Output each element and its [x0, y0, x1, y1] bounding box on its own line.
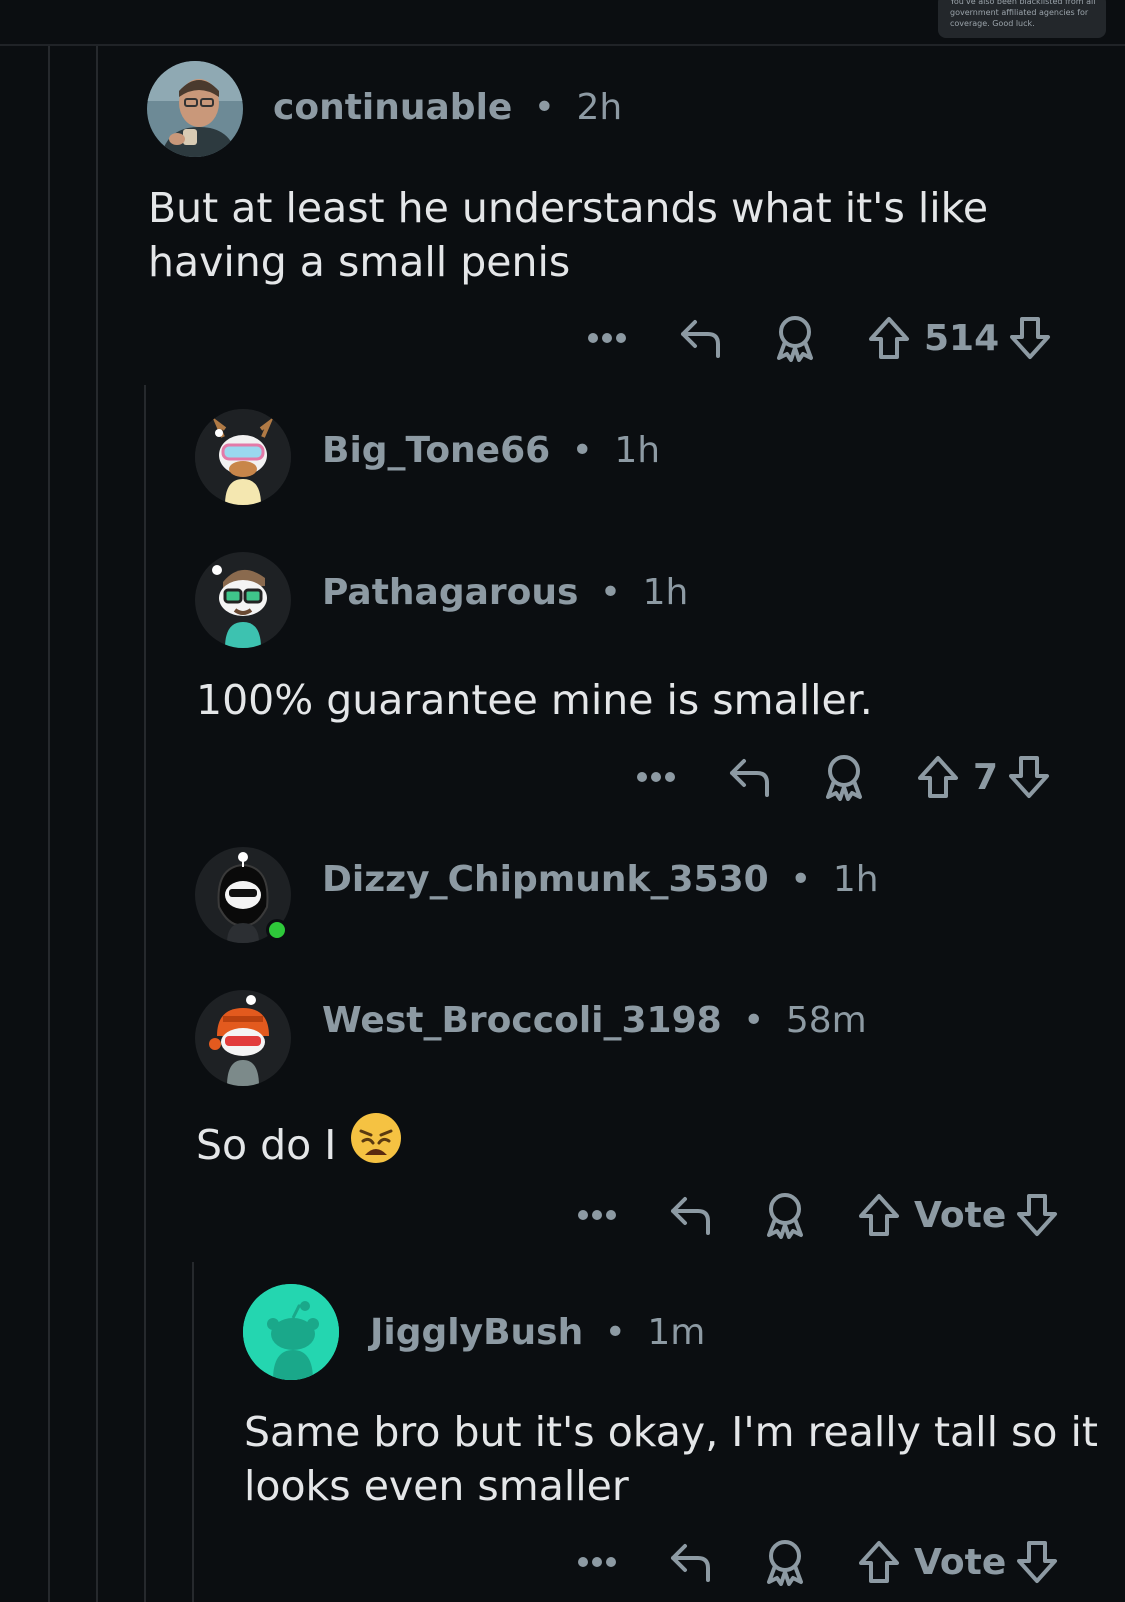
username[interactable]: West_Broccoli_3198: [322, 1000, 722, 1041]
comment-meta: West_Broccoli_3198 • 58m: [322, 1000, 867, 1041]
avatar[interactable]: [195, 552, 291, 648]
comment-body: So do I: [196, 1111, 403, 1178]
downvote-button[interactable]: [1005, 315, 1055, 361]
meta-separator: •: [790, 859, 812, 900]
username[interactable]: Big_Tone66: [322, 430, 550, 471]
more-button[interactable]: [572, 1556, 622, 1568]
avatar[interactable]: [147, 61, 243, 157]
more-icon: [578, 1210, 616, 1220]
more-button[interactable]: [572, 1209, 622, 1221]
comment-meta: Dizzy_Chipmunk_3530 • 1h: [322, 859, 879, 900]
upvote-button[interactable]: [913, 754, 963, 800]
comment-body: 100% guarantee mine is smaller.: [196, 676, 873, 724]
award-button[interactable]: [760, 1191, 810, 1239]
thread-line[interactable]: [144, 385, 146, 1602]
reply-icon: [681, 320, 720, 358]
comment-body: But at least he understands what it's li…: [148, 181, 988, 289]
score: Vote: [914, 1541, 1007, 1583]
avatar[interactable]: [243, 1284, 339, 1380]
comment-body-line: having a small penis: [148, 238, 571, 286]
reply-icon: [671, 1197, 710, 1235]
timestamp: 1h: [614, 430, 661, 471]
downvote-icon: [1009, 756, 1050, 798]
reply-button[interactable]: [666, 1540, 716, 1584]
comment-body-line: Same bro but it's okay, I'm really tall …: [244, 1408, 1098, 1456]
meta-separator: •: [604, 1312, 626, 1353]
comment-actions: 514: [582, 313, 1055, 363]
score: Vote: [914, 1194, 1007, 1236]
comment-actions: Vote: [572, 1537, 1062, 1587]
username[interactable]: Pathagarous: [322, 572, 578, 613]
online-status-indicator: [266, 919, 288, 941]
timestamp: 1m: [647, 1312, 706, 1353]
timestamp: 58m: [785, 1000, 867, 1041]
award-icon: [767, 1193, 803, 1239]
comment-meta: continuable • 2h: [273, 87, 622, 128]
reply-button[interactable]: [725, 755, 775, 799]
award-icon: [767, 1540, 803, 1586]
username[interactable]: Dizzy_Chipmunk_3530: [322, 859, 769, 900]
avatar[interactable]: [195, 409, 291, 505]
avatar[interactable]: [195, 990, 291, 1086]
comment-body-line: But at least he understands what it's li…: [148, 184, 989, 232]
upvote-icon: [859, 1541, 899, 1583]
meta-separator: •: [743, 1000, 765, 1041]
username[interactable]: continuable: [273, 87, 512, 128]
comment-meta: Pathagarous • 1h: [322, 572, 688, 613]
upvote-icon: [918, 756, 958, 798]
timestamp: 2h: [576, 87, 623, 128]
downvote-button[interactable]: [1012, 1539, 1062, 1585]
score: 7: [973, 756, 999, 798]
username[interactable]: JigglyBush: [370, 1312, 583, 1353]
downvote-icon: [1017, 1541, 1058, 1583]
more-button[interactable]: [582, 332, 632, 344]
reply-icon: [730, 759, 769, 797]
upvote-button[interactable]: [864, 315, 914, 361]
thread-line[interactable]: [96, 46, 98, 1602]
reply-button[interactable]: [676, 316, 726, 360]
reply-button[interactable]: [666, 1193, 716, 1237]
upvote-button[interactable]: [854, 1539, 904, 1585]
upvote-icon: [869, 317, 909, 359]
comment-body-line: looks even smaller: [244, 1462, 629, 1510]
weary-face-emoji: [349, 1111, 403, 1178]
comment-body-text: So do I: [196, 1121, 337, 1169]
more-icon: [578, 1557, 616, 1567]
comment-body: Same bro but it's okay, I'm really tall …: [244, 1405, 1098, 1513]
comment-meta: Big_Tone66 • 1h: [322, 430, 660, 471]
upvote-icon: [859, 1194, 899, 1236]
downvote-button[interactable]: [1012, 1192, 1062, 1238]
meta-separator: •: [571, 430, 593, 471]
award-icon: [826, 755, 862, 801]
reply-icon: [671, 1544, 710, 1582]
notification-toast[interactable]: You've also been blacklisted from all go…: [938, 0, 1106, 38]
more-icon: [588, 333, 626, 343]
thread-line[interactable]: [48, 46, 50, 1602]
comment-actions: 7: [631, 752, 1054, 802]
notification-text: You've also been blacklisted from all go…: [950, 0, 1096, 28]
thread-line[interactable]: [192, 1262, 194, 1602]
meta-separator: •: [599, 572, 622, 613]
comment-actions: Vote: [572, 1190, 1062, 1240]
more-icon: [637, 772, 675, 782]
downvote-icon: [1010, 317, 1051, 359]
meta-separator: •: [533, 87, 556, 128]
score: 514: [924, 317, 1000, 359]
comment-meta: JigglyBush • 1m: [370, 1312, 705, 1353]
timestamp: 1h: [642, 572, 689, 613]
award-icon: [777, 316, 813, 362]
more-button[interactable]: [631, 771, 681, 783]
upvote-button[interactable]: [854, 1192, 904, 1238]
award-button[interactable]: [819, 753, 869, 801]
award-button[interactable]: [770, 314, 820, 362]
downvote-button[interactable]: [1004, 754, 1054, 800]
award-button[interactable]: [760, 1538, 810, 1586]
timestamp: 1h: [832, 859, 879, 900]
downvote-icon: [1017, 1194, 1058, 1236]
